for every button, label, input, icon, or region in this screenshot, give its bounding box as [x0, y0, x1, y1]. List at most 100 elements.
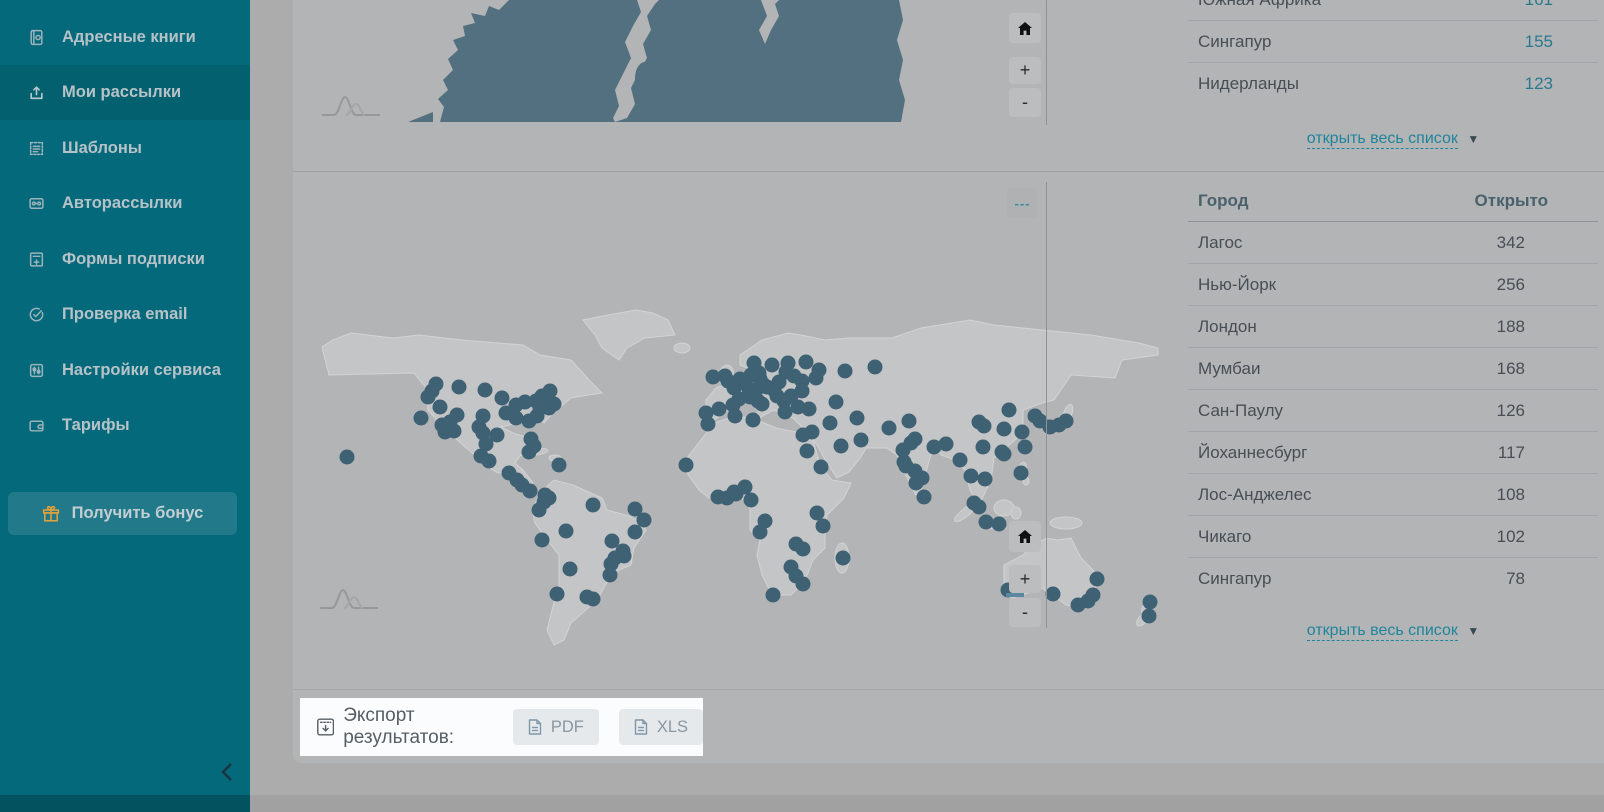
sidebar-item-subscription-forms[interactable]: Формы подписки [0, 232, 250, 287]
sidebar-item-my-mailings[interactable]: Мои рассылки [0, 65, 250, 120]
autoresponder-icon [28, 195, 45, 212]
cities-expand-link[interactable]: открыть весь список ▼ [1188, 622, 1598, 640]
map-marker [836, 551, 851, 566]
sidebar-item-address-books[interactable]: Адресные книги [0, 10, 250, 65]
country-value[interactable]: 123 [1525, 74, 1553, 94]
sidebar-item-label: Проверка email [62, 305, 187, 324]
city-value: 188 [1497, 317, 1525, 337]
map-marker [1018, 440, 1033, 455]
map-marker [766, 588, 781, 603]
city-name: Сан-Паулу [1198, 401, 1283, 421]
map-marker [1015, 425, 1030, 440]
table-row: Лондон 188 [1188, 306, 1598, 348]
sidebar-item-label: Формы подписки [62, 250, 205, 269]
map-marker [728, 409, 743, 424]
map-marker [603, 568, 618, 583]
home-icon [1018, 530, 1032, 543]
map-marker [1142, 609, 1157, 624]
city-value: 168 [1497, 359, 1525, 379]
country-map-island [635, 62, 655, 94]
map-marker [744, 493, 759, 508]
map-marker [1014, 466, 1029, 481]
map-marker [908, 464, 923, 479]
sidebar-collapse-button[interactable] [218, 760, 242, 786]
city-value: 126 [1497, 401, 1525, 421]
get-bonus-button[interactable]: Получить бонус [8, 492, 237, 535]
report-card: + - [293, 0, 1604, 763]
app-window: Адресные книги Мои рассылки Шаблоны [0, 0, 1604, 812]
map-marker [778, 405, 793, 420]
map-marker [552, 458, 567, 473]
map-marker [712, 402, 727, 417]
map-marker [977, 419, 992, 434]
export-pdf-button[interactable]: PDF [513, 709, 599, 745]
map-marker [953, 453, 968, 468]
map-export-menu-button[interactable]: --- [1007, 188, 1038, 218]
expand-link-label[interactable]: открыть весь список [1307, 130, 1458, 149]
map-home-button[interactable] [1009, 521, 1041, 552]
map-marker [1043, 420, 1058, 435]
map-marker [559, 524, 574, 539]
map-marker [550, 587, 565, 602]
map-marker [979, 515, 994, 530]
map-marker [523, 484, 538, 499]
sidebar-item-service-settings[interactable]: Настройки сервиса [0, 343, 250, 398]
map-panel-divider [1046, 182, 1047, 628]
city-value: 117 [1498, 443, 1525, 463]
sidebar-item-pricing[interactable]: Тарифы [0, 398, 250, 453]
city-name: Лондон [1198, 317, 1257, 337]
city-name: Лагос [1198, 233, 1242, 253]
map-marker [452, 380, 467, 395]
document-icon [634, 719, 648, 735]
sidebar-item-email-check[interactable]: Проверка email [0, 287, 250, 342]
map-marker [1002, 403, 1017, 418]
sidebar-item-templates[interactable]: Шаблоны [0, 121, 250, 176]
column-header-city: Город [1198, 191, 1249, 211]
map-marker [814, 460, 829, 475]
map-marker [447, 424, 462, 439]
country-name: Южная Африка [1198, 0, 1321, 10]
world-continents [322, 310, 1158, 645]
country-map-islet [408, 112, 433, 122]
map-marker [628, 502, 643, 517]
column-header-opened: Открыто [1475, 191, 1548, 211]
sidebar-item-label: Авторассылки [62, 194, 182, 213]
expand-link-label[interactable]: открыть весь список [1307, 622, 1458, 641]
map-zoom-in-button[interactable]: + [1009, 565, 1041, 593]
map-home-button[interactable] [1009, 13, 1041, 43]
city-value: 78 [1506, 569, 1525, 589]
sidebar-item-label: Тарифы [62, 416, 130, 435]
countries-expand-link[interactable]: открыть весь список ▼ [1188, 130, 1598, 148]
country-map-landmass [438, 0, 905, 122]
map-marker [829, 395, 844, 410]
sidebar-item-label: Шаблоны [62, 139, 142, 158]
export-xls-button[interactable]: XLS [619, 709, 703, 745]
map-marker [586, 498, 601, 513]
sidebar-item-autoresponders[interactable]: Авторассылки [0, 176, 250, 231]
city-value: 108 [1497, 485, 1525, 505]
map-marker [479, 437, 494, 452]
map-marker [738, 480, 753, 495]
map-marker [765, 358, 780, 373]
templates-icon [28, 140, 45, 157]
country-value[interactable]: 155 [1525, 32, 1553, 52]
mailings-icon [28, 84, 45, 101]
map-marker [995, 445, 1010, 460]
map-zoom-out-button[interactable]: - [1009, 598, 1041, 627]
table-row: Сан-Паулу 126 [1188, 390, 1598, 432]
section-divider [293, 171, 1604, 172]
email-check-icon [28, 306, 45, 323]
document-icon [528, 719, 542, 735]
map-marker [701, 417, 716, 432]
country-value[interactable]: 161 [1525, 0, 1553, 10]
map-marker [605, 534, 620, 549]
map-marker [543, 384, 558, 399]
map-marker [939, 437, 954, 452]
map-zoom-out-button[interactable]: - [1009, 88, 1041, 117]
map-marker [812, 363, 827, 378]
map-marker [679, 458, 694, 473]
map-marker [421, 390, 436, 405]
map-zoom-slider-handle[interactable] [1006, 593, 1024, 597]
city-name: Мумбаи [1198, 359, 1260, 379]
map-zoom-in-button[interactable]: + [1009, 57, 1041, 84]
